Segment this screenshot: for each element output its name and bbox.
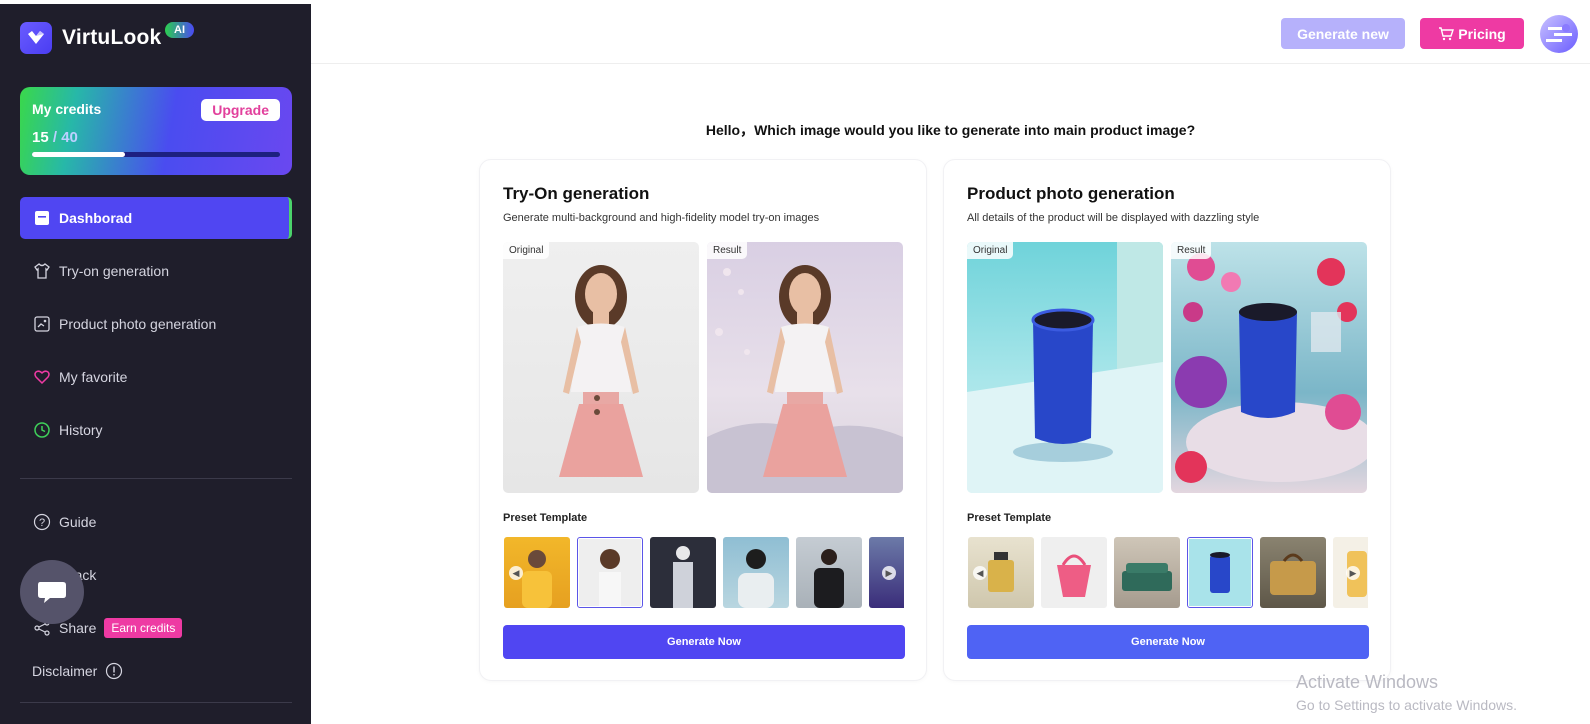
ai-badge: AI (165, 22, 194, 38)
credits-total: / 40 (48, 129, 78, 146)
nav-label: Try-on generation (59, 263, 169, 279)
svg-text:?: ? (39, 517, 45, 529)
chat-bubble-icon (38, 582, 66, 603)
nav-label: History (59, 422, 103, 438)
pricing-label: Pricing (1458, 25, 1506, 42)
original-image: Original (503, 242, 699, 493)
chat-support-button[interactable] (20, 560, 84, 624)
earn-credits-badge: Earn credits (104, 618, 183, 638)
template-thumb[interactable] (1260, 537, 1326, 608)
nav-item-product-photo[interactable]: Product photo generation (20, 303, 292, 345)
heart-icon (33, 368, 51, 386)
next-arrow-icon[interactable]: ▶ (1346, 566, 1360, 580)
template-thumb-selected[interactable] (1187, 537, 1253, 608)
model-illustration (559, 265, 643, 477)
credits-progress-fill (32, 152, 125, 157)
prev-arrow-icon[interactable]: ◀ (973, 566, 987, 580)
try-on-card: Try-On generation Generate multi-backgro… (479, 159, 927, 681)
card-description: Generate multi-background and high-fidel… (503, 212, 820, 224)
nav-label: Disclaimer (32, 663, 98, 679)
watermark-line2: Go to Settings to activate Windows. (1296, 697, 1517, 713)
credits-card: My credits 15 / 40 Upgrade (20, 87, 292, 175)
preset-template-label: Preset Template (967, 512, 1052, 524)
original-tag: Original (967, 242, 1014, 259)
generate-new-button[interactable]: Generate new (1281, 18, 1405, 49)
windows-activation-watermark: Activate Windows Go to Settings to activ… (1296, 672, 1517, 713)
nav-label: Share (59, 620, 97, 636)
user-avatar[interactable] (1540, 15, 1578, 53)
question-icon: ? (33, 513, 51, 531)
logo-icon (20, 22, 52, 54)
credits-title: My credits (32, 101, 102, 117)
template-thumb[interactable] (650, 537, 716, 608)
nav-label: Product photo generation (59, 316, 217, 332)
generate-now-button[interactable]: Generate Now (967, 625, 1369, 659)
nav-item-dashboard[interactable]: Dashborad (20, 197, 292, 239)
shirt-icon (33, 262, 51, 280)
nav-item-disclaimer[interactable]: Disclaimer (20, 650, 292, 692)
nav-item-history[interactable]: History (20, 409, 292, 451)
photo-icon (33, 315, 51, 333)
preset-template-strip: ◀ ▶ (503, 537, 904, 609)
credits-used: 15 (32, 129, 49, 146)
template-thumb[interactable] (1041, 537, 1107, 608)
result-tag: Result (707, 242, 748, 259)
cup-illustration (967, 242, 1163, 493)
original-tag: Original (503, 242, 550, 259)
sidebar-divider (20, 702, 292, 703)
credits-progress-bar (32, 152, 280, 157)
sidebar: VirtuLook AI My credits 15 / 40 Upgrade … (0, 4, 311, 724)
result-tag: Result (1171, 242, 1212, 259)
nav-item-try-on[interactable]: Try-on generation (20, 250, 292, 292)
cup-flowers-illustration (1175, 253, 1367, 483)
card-description: All details of the product will be displ… (967, 212, 1260, 224)
dashboard-icon (33, 209, 51, 227)
preset-template-label: Preset Template (503, 512, 588, 524)
credits-count: 15 / 40 (32, 129, 78, 146)
next-arrow-icon[interactable]: ▶ (882, 566, 896, 580)
card-title: Product photo generation (967, 184, 1175, 203)
sidebar-divider (20, 478, 292, 479)
nav-item-favorite[interactable]: My favorite (20, 356, 292, 398)
prev-arrow-icon[interactable]: ◀ (509, 566, 523, 580)
nav-label: Dashborad (59, 210, 133, 226)
product-photo-card: Product photo generation All details of … (943, 159, 1391, 681)
preset-template-strip: ◀ ▶ (967, 537, 1368, 609)
pricing-button[interactable]: Pricing (1420, 18, 1524, 49)
clock-icon (33, 421, 51, 439)
cart-icon (1438, 26, 1455, 41)
app-name: VirtuLook (62, 26, 162, 49)
nav-label: My favorite (59, 369, 128, 385)
template-thumb[interactable] (796, 537, 862, 608)
template-thumb[interactable] (723, 537, 789, 608)
template-thumb-selected[interactable] (577, 537, 643, 608)
app-logo[interactable]: VirtuLook AI (20, 22, 194, 54)
template-thumb[interactable] (1114, 537, 1180, 608)
watermark-line1: Activate Windows (1296, 672, 1439, 692)
greeting-heading: Hello，Which image would you like to gene… (705, 122, 1196, 138)
nav-item-guide[interactable]: ? Guide (20, 501, 292, 543)
result-image: Result (707, 242, 903, 493)
model-result-illustration (707, 265, 903, 493)
exclamation-icon (105, 662, 123, 680)
nav-label: Guide (59, 514, 97, 530)
upgrade-button[interactable]: Upgrade (201, 99, 280, 121)
generate-now-button[interactable]: Generate Now (503, 625, 905, 659)
result-image: Result (1171, 242, 1367, 493)
card-title: Try-On generation (503, 184, 650, 203)
original-image: Original (967, 242, 1163, 493)
